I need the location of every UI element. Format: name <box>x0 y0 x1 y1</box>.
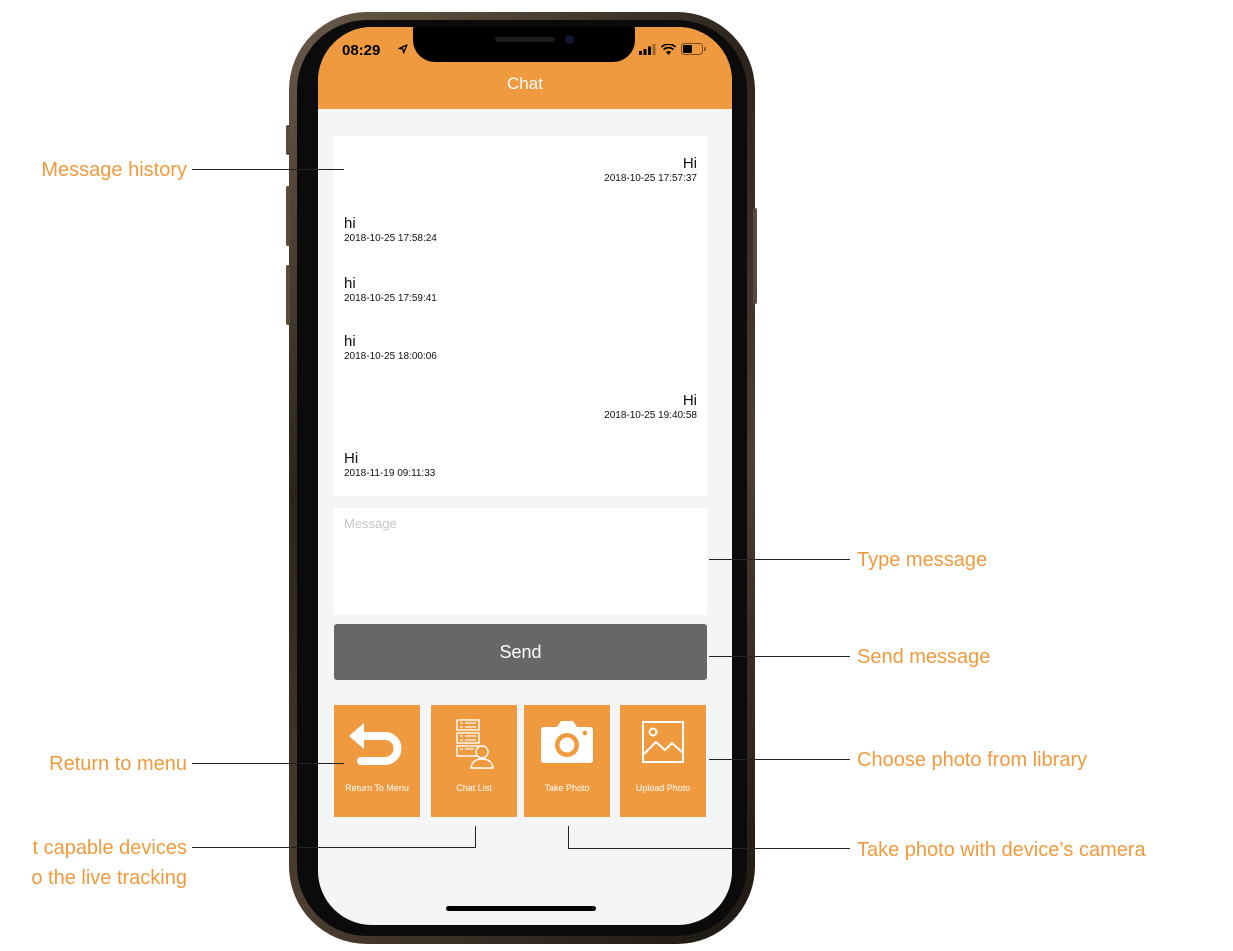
message-text: hi <box>344 275 356 292</box>
leader-line <box>568 848 850 849</box>
chat-list-icon <box>456 719 494 769</box>
message-timestamp: 2018-10-25 19:40:58 <box>604 410 697 421</box>
image-icon <box>642 721 684 763</box>
callout-take-photo: Take photo with device’s camera <box>857 839 1146 861</box>
message-input[interactable] <box>334 508 707 615</box>
mute-switch <box>286 125 290 155</box>
message-item: hi 2018-10-25 17:58:24 <box>344 216 697 245</box>
message-timestamp: 2018-10-25 17:59:41 <box>344 293 437 304</box>
message-history[interactable]: Hi 2018-10-25 17:57:37 hi 2018-10-25 17:… <box>334 136 707 496</box>
status-icons <box>639 43 706 55</box>
upload-photo-label: Upload Photo <box>635 783 691 793</box>
return-arrow-icon <box>349 723 402 765</box>
message-timestamp: 2018-10-25 18:00:06 <box>344 351 437 362</box>
leader-line <box>709 759 850 760</box>
page-title: Chat <box>507 74 543 93</box>
message-text: Hi <box>344 450 359 467</box>
signal-icon <box>639 43 656 55</box>
notch <box>413 27 635 62</box>
callout-choose-photo: Choose photo from library <box>857 749 1088 771</box>
chat-list-button[interactable]: Chat List <box>431 705 517 817</box>
take-photo-button[interactable]: Take Photo <box>524 705 610 817</box>
callout-type-message: Type message <box>857 549 988 571</box>
power-button <box>753 208 757 304</box>
leader-line <box>475 826 476 848</box>
callout-chat-list-line2: o the live tracking <box>31 867 187 889</box>
leader-line <box>192 169 344 170</box>
message-timestamp: 2018-10-25 17:58:24 <box>344 233 437 244</box>
leader-line <box>709 559 850 560</box>
callout-return-to-menu: Return to menu <box>49 753 187 775</box>
wifi-icon <box>661 43 676 55</box>
message-text: Hi <box>682 392 697 409</box>
volume-down-button <box>286 265 290 325</box>
message-item: hi 2018-10-25 17:59:41 <box>344 276 697 305</box>
leader-line <box>192 847 475 848</box>
callout-chat-list-line1: t capable devices <box>32 837 187 859</box>
leader-line <box>192 763 344 764</box>
message-item: hi 2018-10-25 18:00:06 <box>344 334 697 363</box>
home-indicator[interactable] <box>446 906 596 911</box>
battery-icon <box>681 43 706 55</box>
status-time: 08:29 <box>342 42 381 59</box>
nav-bar: Chat <box>318 73 732 109</box>
message-item: Hi 2018-11-19 09:11:33 <box>344 451 697 480</box>
message-text: hi <box>344 215 356 232</box>
leader-line <box>709 656 850 657</box>
send-button[interactable]: Send <box>334 624 707 680</box>
chat-list-label: Chat List <box>456 783 492 793</box>
callout-send-message: Send message <box>857 646 991 668</box>
camera-icon <box>541 721 593 763</box>
location-arrow-icon <box>398 44 408 54</box>
return-to-menu-label: Return To Menu <box>345 783 409 793</box>
message-text: Hi <box>682 155 697 172</box>
upload-photo-button[interactable]: Upload Photo <box>620 705 706 817</box>
take-photo-label: Take Photo <box>544 783 590 793</box>
message-item: Hi 2018-10-25 19:40:58 <box>344 393 697 422</box>
message-timestamp: 2018-11-19 09:11:33 <box>344 468 436 479</box>
phone-screen: 08:29 Chat Hi 2018-10-25 17:57:37 hi 201… <box>318 27 732 925</box>
message-item: Hi 2018-10-25 17:57:37 <box>344 156 697 185</box>
leader-line <box>568 826 569 849</box>
message-timestamp: 2018-10-25 17:57:37 <box>604 173 697 184</box>
volume-up-button <box>286 186 290 246</box>
callout-message-history: Message history <box>41 159 187 181</box>
return-to-menu-button[interactable]: Return To Menu <box>334 705 420 817</box>
speaker-grille <box>495 37 555 42</box>
message-text: hi <box>344 333 356 350</box>
front-camera <box>565 35 574 44</box>
